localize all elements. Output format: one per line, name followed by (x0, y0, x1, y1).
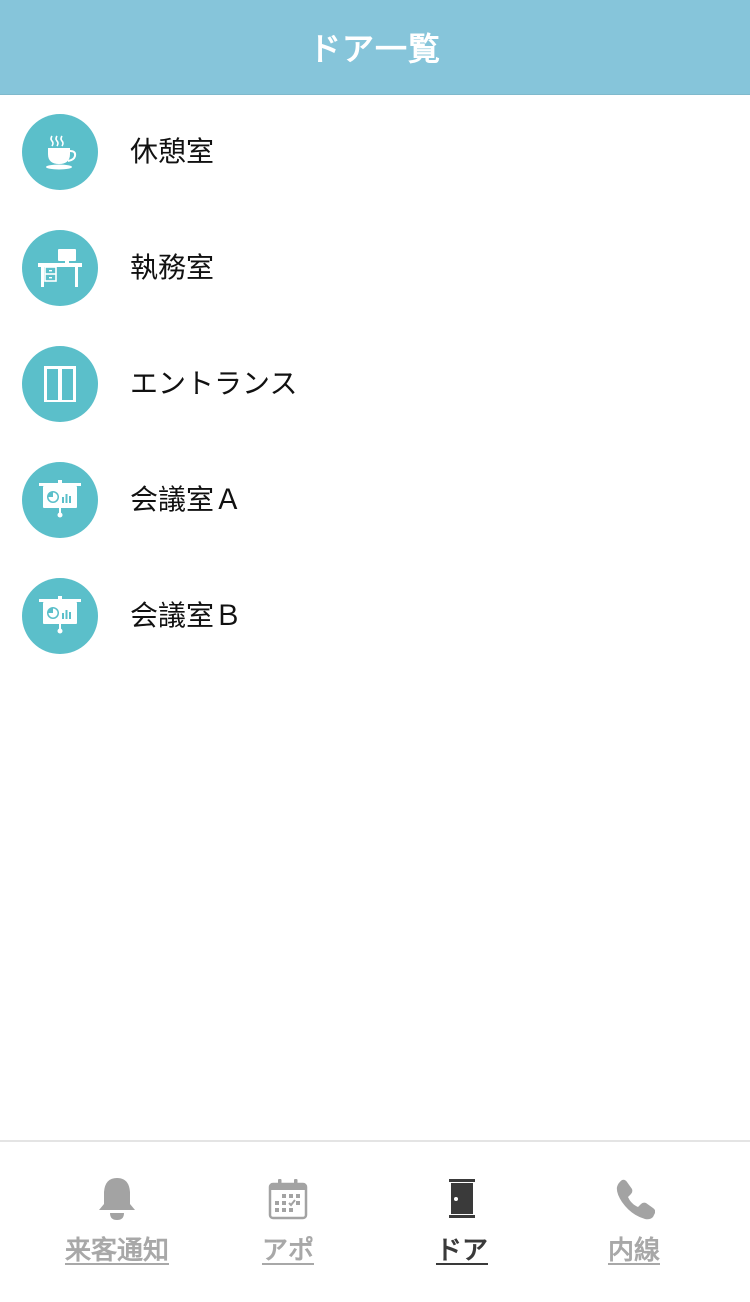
door-item-entrance[interactable]: エントランス (0, 327, 750, 443)
bottom-tab-bar: 来客通知 アポ ドア 内線 (0, 1140, 750, 1302)
entrance-door-icon (22, 346, 98, 422)
tab-label: 来客通知 (64, 1236, 169, 1266)
bell-icon (97, 1174, 137, 1224)
door-item-rest-room[interactable]: 休憩室 (0, 95, 750, 211)
door-list: 休憩室 執務室 エントランス 会議室Ａ 会議室Ｂ (0, 95, 750, 675)
tab-door[interactable]: ドア (402, 1142, 522, 1302)
tab-label: 内線 (607, 1236, 660, 1266)
tab-label: ドア (435, 1236, 488, 1266)
phone-icon (613, 1174, 655, 1224)
tab-appointment[interactable]: アポ (228, 1142, 348, 1302)
door-icon (447, 1174, 477, 1224)
door-label: 休憩室 (130, 135, 215, 168)
calendar-icon (268, 1174, 308, 1224)
tab-visitor-notification[interactable]: 来客通知 (47, 1142, 187, 1302)
tab-label: アポ (261, 1236, 314, 1266)
office-desk-icon (22, 230, 98, 306)
door-item-meeting-room-a[interactable]: 会議室Ａ (0, 443, 750, 559)
coffee-cup-icon (22, 114, 98, 190)
door-label: エントランス (130, 367, 298, 400)
header-bar: ドア一覧 (0, 0, 750, 95)
tab-extension[interactable]: 内線 (574, 1142, 694, 1302)
door-item-meeting-room-b[interactable]: 会議室Ｂ (0, 559, 750, 675)
door-label: 会議室Ａ (130, 483, 243, 516)
presentation-board-icon (22, 462, 98, 538)
presentation-board-icon (22, 578, 98, 654)
door-label: 執務室 (130, 251, 215, 284)
page-title: ドア一覧 (308, 30, 441, 68)
door-item-office[interactable]: 執務室 (0, 211, 750, 327)
door-label: 会議室Ｂ (130, 599, 243, 632)
